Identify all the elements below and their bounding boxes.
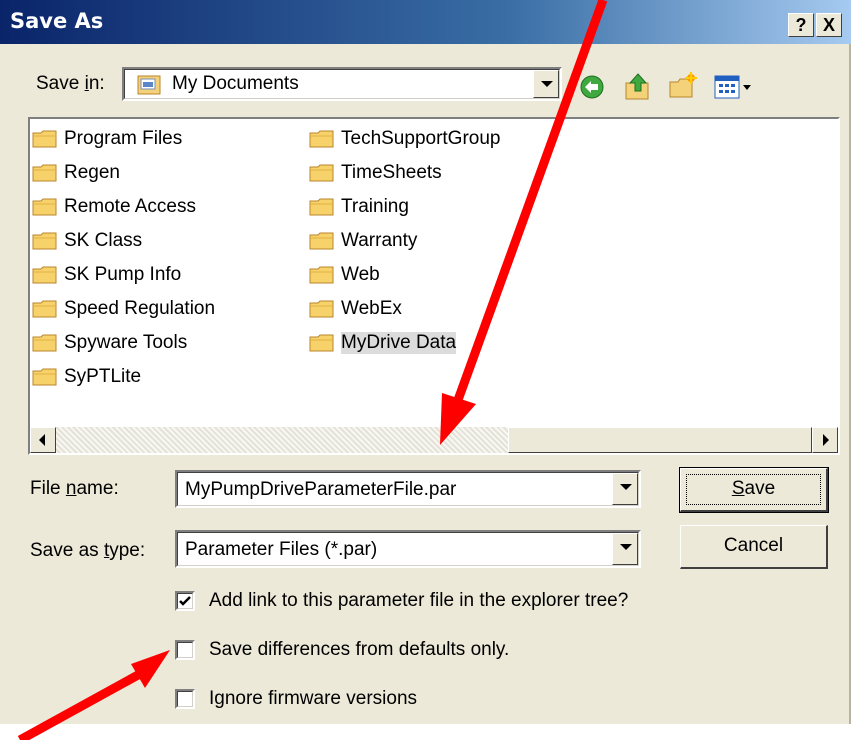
annotation-arrows [17, 0, 608, 740]
annotation-arrow-checkbox [17, 671, 141, 740]
annotation-arrow-filename [453, 0, 608, 402]
annotation-arrowhead-filename [440, 393, 476, 445]
annotation-arrowhead-checkbox [131, 650, 170, 688]
